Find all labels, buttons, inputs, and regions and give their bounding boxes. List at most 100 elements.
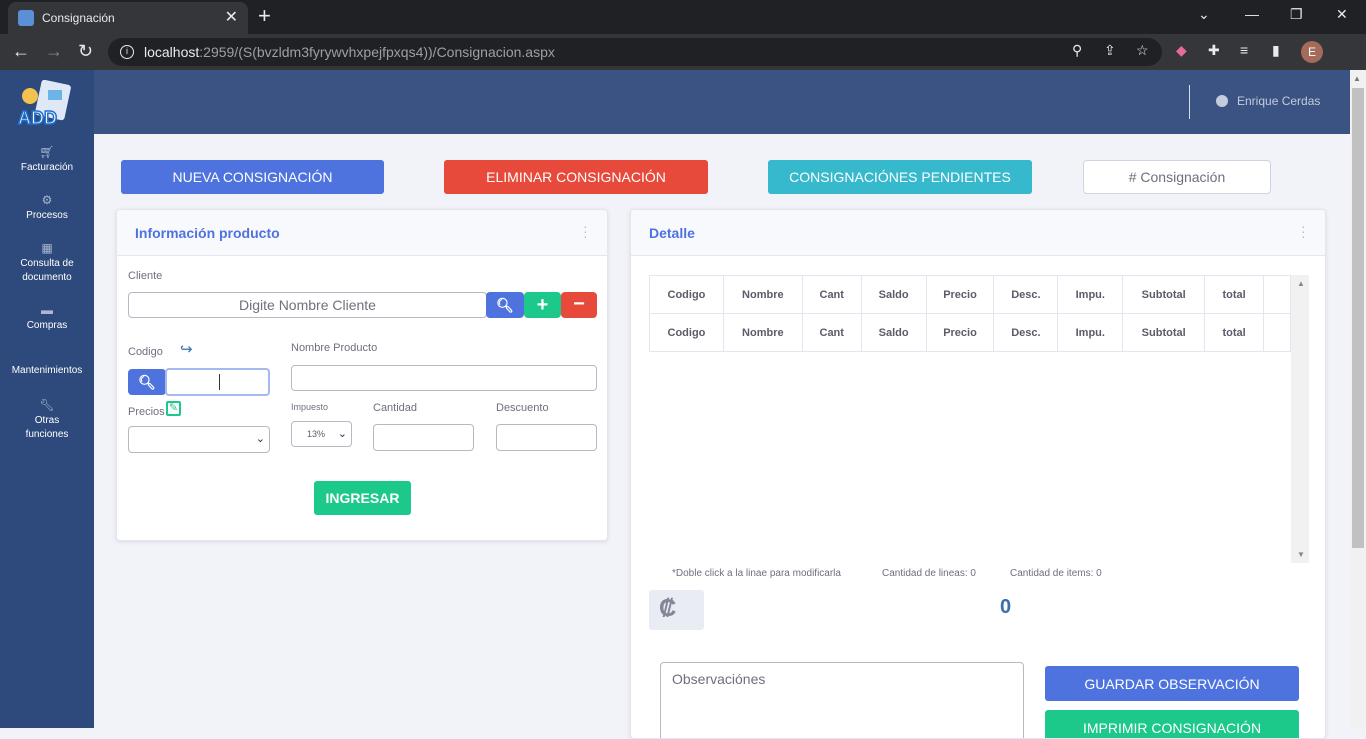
browser-tab[interactable]: Consignación ✕ [8, 2, 248, 34]
impuesto-value: 13% [307, 429, 326, 439]
favicon-icon [18, 10, 34, 26]
header-divider [1189, 85, 1190, 119]
minimize-icon[interactable]: — [1245, 6, 1259, 22]
search-cliente-button[interactable]: 🔍︎ [486, 292, 524, 318]
consignacion-number-input[interactable]: # Consignación [1083, 160, 1271, 194]
bookmark-star-icon[interactable]: ☆ [1136, 42, 1149, 59]
item-count: Cantidad de items: 0 [1010, 568, 1102, 579]
user-icon [1216, 95, 1228, 107]
nombre-producto-input[interactable] [291, 365, 597, 391]
sidebar-item-label: Procesos [26, 210, 68, 221]
descuento-label: Descuento [496, 402, 549, 414]
precios-select[interactable]: ⌄ [128, 426, 270, 453]
eliminar-consignacion-button[interactable]: ELIMINAR CONSIGNACIÓN [444, 160, 708, 194]
column-header[interactable]: Impu. [1057, 275, 1124, 314]
sidebar: ADD 🛒︎ Facturación ⚙ Procesos ▦ Consulta… [0, 70, 94, 728]
codigo-label: Codigo [128, 346, 163, 358]
scroll-down-icon[interactable]: ▼ [1297, 550, 1305, 559]
tab-title: Consignación [42, 11, 115, 25]
edit-precio-icon[interactable]: ✎ [166, 401, 181, 416]
column-header[interactable]: Saldo [860, 275, 927, 314]
remove-cliente-button[interactable]: − [561, 292, 597, 318]
scroll-up-icon[interactable]: ▲ [1353, 74, 1361, 83]
table-scrollbar[interactable]: ▲ ▼ [1291, 275, 1309, 563]
extensions-puzzle-icon[interactable]: ✚ [1208, 42, 1220, 59]
sidebar-item-facturacion[interactable]: 🛒︎ Facturación [0, 145, 94, 175]
truck-icon: ▬ [41, 303, 53, 317]
chevron-down-icon: ⌄ [255, 433, 265, 445]
user-menu[interactable]: Enrique Cerdas [1216, 94, 1320, 108]
tab-close-icon[interactable]: ✕ [225, 10, 238, 26]
nombre-producto-label: Nombre Producto [291, 342, 378, 354]
url-host: localhost [144, 44, 200, 60]
impuesto-select[interactable]: 13% ⌄ [291, 421, 352, 447]
zoom-icon[interactable]: ⚲ [1072, 42, 1082, 59]
descuento-input[interactable] [496, 424, 597, 451]
column-footer: Nombre [722, 313, 803, 352]
profile-avatar[interactable]: E [1301, 41, 1323, 63]
guardar-observacion-button[interactable]: GUARDAR OBSERVACIÓN [1045, 666, 1299, 701]
tab-search-icon[interactable]: ⌄ [1198, 6, 1210, 23]
address-toolbar: ← → ↻ i localhost:2959/(S(bvzldm3fyrywvh… [0, 34, 1366, 70]
impuesto-label: Impuesto [291, 402, 329, 412]
column-footer: Codigo [649, 313, 724, 352]
share-icon[interactable]: ⇪ [1104, 42, 1116, 59]
sidebar-item-consulta[interactable]: ▦ Consulta de documento [0, 241, 94, 285]
share-arrow-icon[interactable]: ↪ [180, 340, 193, 358]
imprimir-consignacion-button[interactable]: IMPRIMIR CONSIGNACIÓN [1045, 710, 1299, 738]
column-header[interactable]: Nombre [722, 275, 803, 314]
media-queue-icon[interactable]: ≡ [1240, 42, 1248, 58]
codigo-input[interactable] [165, 368, 270, 396]
column-footer: total [1204, 313, 1265, 352]
extension-color-icon[interactable]: ◆ [1176, 42, 1187, 59]
ingresar-button[interactable]: INGRESAR [314, 481, 411, 515]
cliente-input[interactable]: Digite Nombre Cliente [128, 292, 487, 318]
currency-badge: ₡ [649, 590, 704, 630]
producto-card: Información producto · · · Cliente Digite … [116, 209, 608, 541]
column-header-empty [1263, 275, 1291, 314]
cart-icon: 🛒︎ [39, 145, 55, 159]
add-cliente-button[interactable]: + [524, 292, 561, 318]
column-header[interactable]: Subtotal [1122, 275, 1206, 314]
consignaciones-pendientes-button[interactable]: CONSIGNACIÓNES PENDIENTES [768, 160, 1032, 194]
back-icon[interactable]: ← [12, 41, 30, 61]
search-codigo-button[interactable]: 🔍︎ [128, 369, 166, 395]
top-header: Enrique Cerdas [94, 70, 1350, 134]
column-footer: Precio [925, 313, 995, 352]
producto-card-title: Información producto [135, 225, 280, 241]
scroll-up-icon[interactable]: ▲ [1297, 279, 1305, 288]
card-menu-icon[interactable]: · · · [1301, 219, 1306, 243]
new-tab-icon[interactable]: + [258, 5, 271, 27]
search-icon: 🔍︎ [138, 374, 156, 390]
url-bar[interactable]: i localhost:2959/(S(bvzldm3fyrywvhxpejfp… [108, 38, 1162, 66]
forward-icon[interactable]: → [45, 41, 63, 61]
column-header[interactable]: Desc. [993, 275, 1059, 314]
card-menu-icon[interactable]: · · · [583, 219, 588, 243]
reload-icon[interactable]: ↻ [78, 41, 93, 61]
column-header[interactable]: Precio [925, 275, 995, 314]
sidebar-item-label: Otras funciones [25, 415, 69, 440]
nueva-consignacion-button[interactable]: NUEVA CONSIGNACIÓN [121, 160, 384, 194]
column-header[interactable]: Cant [801, 275, 862, 314]
chevron-down-icon: ⌄ [337, 428, 347, 440]
line-count: Cantidad de lineas: 0 [882, 568, 976, 579]
cliente-label: Cliente [128, 270, 163, 282]
restore-icon[interactable]: ❐ [1290, 6, 1303, 23]
cantidad-input[interactable] [373, 424, 474, 451]
column-footer: Impu. [1057, 313, 1124, 352]
table-footer-row: Codigo Nombre Cant Saldo Precio Desc. Im… [649, 313, 1291, 352]
sidebar-item-otras[interactable]: 🔧︎ Otras funciones [0, 398, 94, 442]
observaciones-textarea[interactable]: Observaciónes [660, 662, 1024, 738]
total-amount: 0 [1000, 596, 1012, 618]
column-header[interactable]: total [1204, 275, 1265, 314]
gear-icon: ⚙ [41, 193, 53, 207]
page-scrollbar-thumb[interactable] [1352, 88, 1364, 548]
sidebar-item-mantenimientos[interactable]: Mantenimientos [0, 364, 94, 378]
sidebar-item-compras[interactable]: ▬ Compras [0, 303, 94, 333]
url-path: :2959/(S(bvzldm3fyrywvhxpejfpxqs4))/Cons… [199, 44, 555, 60]
column-header[interactable]: Codigo [649, 275, 724, 314]
sidebar-item-procesos[interactable]: ⚙ Procesos [0, 193, 94, 223]
side-panel-icon[interactable]: ▮ [1272, 42, 1280, 59]
site-info-icon[interactable]: i [120, 45, 134, 59]
close-window-icon[interactable]: ✕ [1336, 6, 1348, 23]
